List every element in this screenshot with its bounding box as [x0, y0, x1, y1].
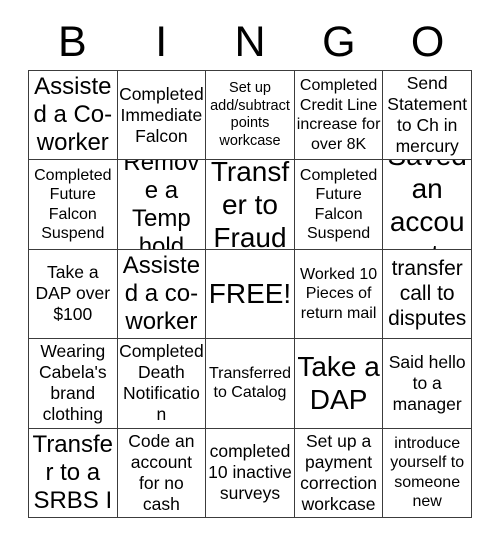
bingo-cell[interactable]: Completed Future Falcon Suspend — [29, 160, 118, 250]
bingo-cell[interactable]: Said hello to a manager — [383, 339, 472, 429]
bingo-cell-label: Remove a Temp hold — [123, 160, 200, 250]
bingo-cell-label: Transfer to a SRBS I — [32, 430, 114, 514]
bingo-cell-label: Completed Future Falcon Suspend — [34, 166, 112, 243]
bingo-cell[interactable]: Code an account for no cash — [117, 428, 207, 518]
bingo-cell[interactable]: Set up a payment correction workcase — [294, 428, 384, 518]
bingo-cell-label: Completed Credit Line increase for over … — [296, 77, 381, 153]
header-letter-o: O — [410, 18, 445, 66]
bingo-cell[interactable]: Assisted a co-worker — [117, 249, 207, 340]
bingo-cell[interactable]: Completed Death Notification — [117, 339, 207, 429]
bingo-cell-label: Wearing Cabela's brand clothing — [39, 341, 107, 425]
bingo-cell-label: Completed Future Falcon Suspend — [299, 166, 378, 243]
bingo-cell-label: Take a DAP — [297, 351, 380, 416]
bingo-cell-label: Saved an account — [387, 160, 466, 248]
header-letter-n: N — [234, 18, 266, 66]
bingo-cell[interactable]: Take a DAP — [294, 339, 384, 429]
bingo-cell-label: Transfer to Fraud — [210, 160, 290, 250]
bingo-cell-label: Set up a payment correction workcase — [300, 430, 378, 514]
bingo-cell[interactable]: transfer call to disputes — [383, 249, 472, 340]
bingo-cell[interactable]: Completed Future Falcon Suspend — [294, 160, 384, 250]
bingo-cell-label: Take a DAP over $100 — [35, 262, 111, 325]
bingo-cell-label: Assisted a Co-worker — [33, 73, 113, 157]
bingo-cell[interactable]: Remove a Temp hold — [117, 160, 207, 250]
bingo-cell-label: Worked 10 Pieces of return mail — [300, 265, 378, 322]
bingo-cell[interactable]: Worked 10 Pieces of return mail — [294, 249, 384, 340]
bingo-cell[interactable]: Take a DAP over $100 — [29, 249, 118, 340]
header-letter-g: G — [322, 18, 356, 66]
bingo-cell-label: transfer call to disputes — [388, 257, 467, 331]
bingo-cell[interactable]: Send Statement to Ch in mercury — [383, 71, 472, 161]
bingo-grid: Assisted a Co-worker Completed Immediate … — [28, 70, 472, 518]
bingo-cell-label: FREE! — [208, 278, 292, 310]
bingo-cell-label: Said hello to a manager — [388, 351, 466, 414]
bingo-cell[interactable]: Transfer to Fraud — [206, 160, 295, 250]
bingo-cell-label: Code an account for no cash — [128, 430, 195, 514]
bingo-cell-label: introduce yourself to someone new — [390, 434, 465, 511]
bingo-cell-label: Transferred to Catalog — [208, 364, 292, 402]
bingo-cell-label: Completed Death Notification — [119, 341, 204, 425]
bingo-cell[interactable]: Wearing Cabela's brand clothing — [29, 339, 118, 429]
bingo-cell[interactable]: introduce yourself to someone new — [383, 428, 472, 518]
header-letter-i: I — [155, 18, 168, 66]
bingo-cell[interactable]: Saved an account — [383, 160, 472, 250]
bingo-card: B I N G O Assisted a Co-worker Completed … — [0, 0, 500, 544]
bingo-free-cell[interactable]: FREE! — [206, 249, 295, 340]
bingo-cell[interactable]: completed 10 inactive surveys — [206, 428, 295, 518]
bingo-cell-label: Assisted a co-worker — [122, 251, 201, 335]
bingo-cell[interactable]: Completed Immediate Falcon — [117, 71, 207, 161]
bingo-cell-label: Send Statement to Ch in mercury — [387, 73, 468, 157]
bingo-cell-label: Set up add/subtract points workcase — [210, 80, 290, 149]
bingo-cell-label: completed 10 inactive surveys — [208, 441, 292, 504]
bingo-cell-label: Completed Immediate Falcon — [119, 83, 204, 146]
bingo-cell[interactable]: Transferred to Catalog — [206, 339, 295, 429]
bingo-cell[interactable]: Assisted a Co-worker — [29, 71, 118, 161]
bingo-header: B I N G O — [28, 14, 472, 70]
bingo-cell[interactable]: Set up add/subtract points workcase — [206, 71, 295, 161]
bingo-cell[interactable]: Transfer to a SRBS I — [29, 428, 118, 518]
header-letter-b: B — [58, 18, 87, 66]
bingo-cell[interactable]: Completed Credit Line increase for over … — [294, 71, 384, 161]
